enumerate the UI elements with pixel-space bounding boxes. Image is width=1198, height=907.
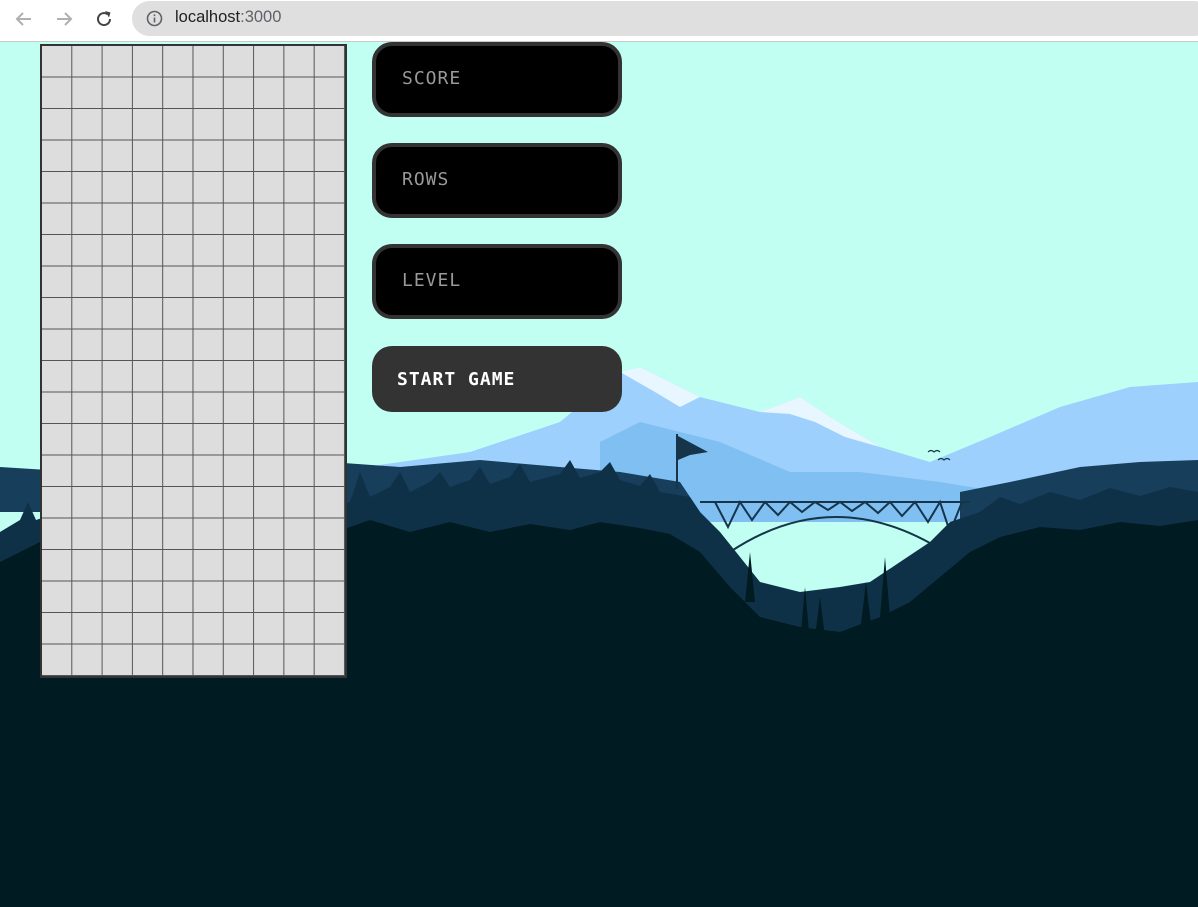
page-viewport: SCORE ROWS LEVEL START GAME (0, 42, 1198, 907)
forward-arrow-icon (57, 12, 73, 26)
level-display: LEVEL (372, 244, 622, 319)
score-display: SCORE (372, 42, 622, 117)
reload-icon (97, 11, 112, 27)
reload-button[interactable] (92, 7, 116, 31)
tetris-stage-grid (40, 44, 347, 678)
level-label: LEVEL (402, 270, 462, 291)
forward-button[interactable] (52, 7, 76, 31)
back-arrow-icon (15, 12, 31, 26)
rows-display: ROWS (372, 143, 622, 218)
score-label: SCORE (402, 68, 462, 89)
back-button[interactable] (12, 7, 36, 31)
info-icon[interactable] (146, 10, 163, 27)
rows-label: ROWS (402, 169, 450, 190)
start-game-button[interactable]: START GAME (372, 346, 622, 412)
url-text: localhost:3000 (175, 8, 282, 26)
browser-toolbar: localhost:3000 (0, 0, 1198, 42)
address-bar[interactable]: localhost:3000 (132, 1, 1198, 36)
